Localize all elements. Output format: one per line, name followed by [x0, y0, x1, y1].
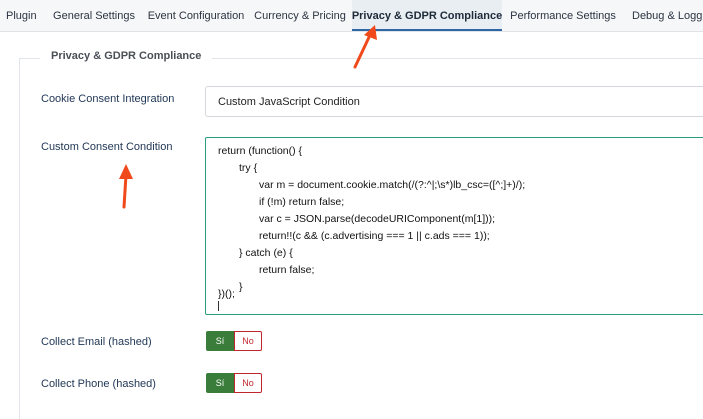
fieldset-legend: Privacy & GDPR Compliance	[40, 50, 213, 62]
collect-email-no-button[interactable]: No	[234, 331, 262, 351]
custom-condition-textarea[interactable]: return (function() { try { var m = docum…	[205, 137, 703, 315]
tab-plugin[interactable]: Plugin	[0, 0, 44, 31]
annotation-arrow-icon	[119, 164, 133, 209]
code-line: return!!(c && (c.advertising === 1 || c.…	[259, 230, 490, 242]
collect-email-label: Collect Email (hashed)	[41, 336, 152, 348]
code-line: try {	[239, 162, 258, 174]
code-line: })();	[218, 288, 235, 300]
collect-email-yes-button[interactable]: Sí	[206, 331, 234, 351]
annotation-arrow-icon	[353, 25, 377, 69]
tab-event-configuration[interactable]: Event Configuration	[144, 0, 248, 31]
collect-phone-toggle[interactable]: Sí No	[206, 373, 262, 393]
custom-condition-label: Custom Consent Condition	[41, 141, 173, 153]
cookie-consent-label: Cookie Consent Integration	[41, 93, 175, 105]
code-line: var m = document.cookie.match(/(?:^|;\s*…	[259, 179, 526, 191]
collect-phone-label: Collect Phone (hashed)	[41, 378, 156, 390]
text-caret	[218, 301, 219, 311]
code-line: return (function() {	[218, 145, 303, 157]
code-line: } catch (e) {	[239, 247, 293, 259]
code-line: if (!m) return false;	[259, 196, 345, 208]
code-line: return false;	[259, 264, 315, 276]
tab-currency-pricing[interactable]: Currency & Pricing	[248, 0, 352, 31]
code-line: var c = JSON.parse(decodeURIComponent(m[…	[259, 213, 496, 225]
cookie-consent-select[interactable]: Custom JavaScript Condition	[205, 86, 703, 117]
collect-phone-yes-button[interactable]: Sí	[206, 373, 234, 393]
collect-email-toggle[interactable]: Sí No	[206, 331, 262, 351]
tab-debug-logging[interactable]: Debug & Logging	[624, 0, 703, 31]
tab-general-settings[interactable]: General Settings	[44, 0, 144, 31]
code-line: }	[239, 281, 243, 293]
tab-performance-settings[interactable]: Performance Settings	[502, 0, 624, 31]
cookie-consent-value: Custom JavaScript Condition	[218, 95, 360, 108]
collect-phone-no-button[interactable]: No	[234, 373, 262, 393]
